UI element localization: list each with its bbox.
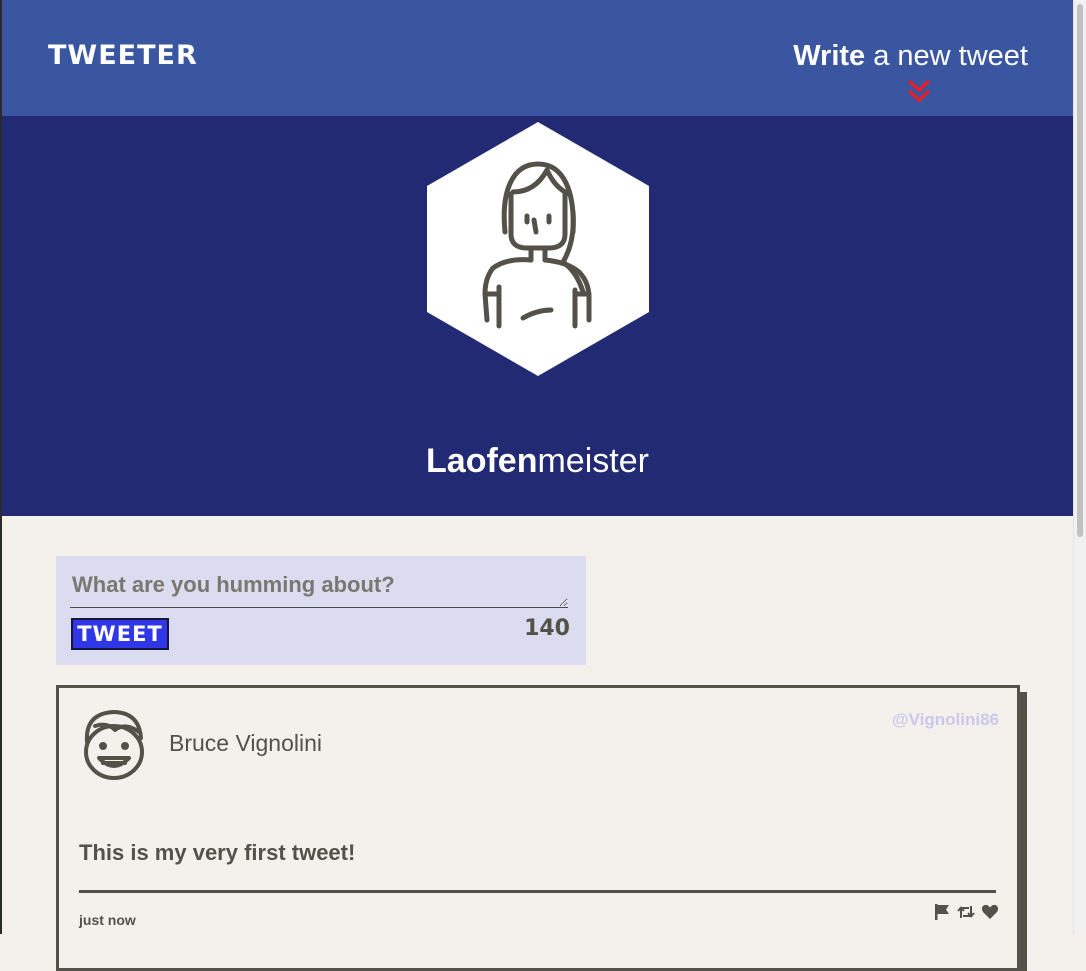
new-tweet-form: TWEET 140 bbox=[56, 556, 586, 665]
vertical-scrollbar[interactable] bbox=[1073, 0, 1086, 934]
profile-name-first: Laofen bbox=[426, 442, 538, 480]
tweet-card: Bruce Vignolini @Vignolini86 This is my … bbox=[56, 685, 1020, 971]
double-chevron-down-icon[interactable] bbox=[906, 78, 932, 106]
heart-icon[interactable] bbox=[981, 903, 999, 921]
top-navigation: TWEETER Write a new tweet bbox=[2, 0, 1073, 116]
tweet-author-handle: @Vignolini86 bbox=[892, 710, 999, 729]
woman-avatar-icon bbox=[427, 122, 649, 376]
scrollbar-thumb[interactable] bbox=[1077, 4, 1083, 537]
profile-name-second: meister bbox=[537, 442, 649, 480]
man-avatar-icon bbox=[84, 710, 144, 780]
tweet-timestamp: just now bbox=[79, 912, 136, 928]
flag-icon[interactable] bbox=[933, 903, 951, 921]
tweet-actions bbox=[933, 903, 999, 921]
write-new-tweet-link[interactable]: Write a new tweet bbox=[793, 40, 1028, 73]
tweet-content: This is my very first tweet! bbox=[79, 840, 356, 865]
profile-name: Laofenmeister bbox=[2, 442, 1073, 481]
tweet-author-name: Bruce Vignolini bbox=[169, 730, 323, 756]
tweet-input[interactable] bbox=[70, 570, 568, 608]
profile-banner: Laofenmeister bbox=[2, 116, 1073, 516]
tweet-divider bbox=[79, 890, 996, 893]
retweet-icon[interactable] bbox=[957, 903, 975, 921]
write-link-rest: a new tweet bbox=[865, 40, 1028, 72]
write-link-bold: Write bbox=[793, 40, 866, 72]
app-logo[interactable]: TWEETER bbox=[48, 40, 198, 71]
character-counter: 140 bbox=[524, 616, 570, 641]
tweet-button[interactable]: TWEET bbox=[71, 618, 169, 650]
